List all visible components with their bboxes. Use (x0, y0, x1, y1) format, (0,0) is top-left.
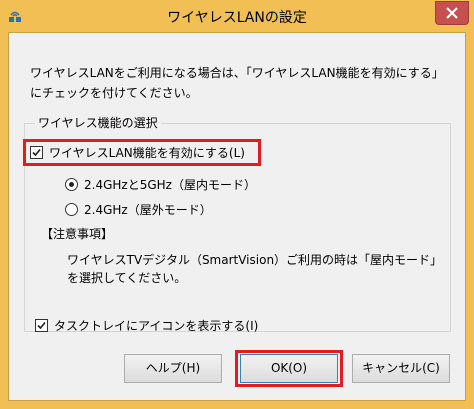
cancel-button[interactable]: キャンセル(C) (352, 354, 450, 383)
close-button[interactable] (435, 1, 469, 25)
window-title: ワイヤレスLANの設定 (167, 10, 307, 26)
enable-wireless-lan-checkbox[interactable]: ワイヤレスLAN機能を有効にする(L) (29, 144, 257, 162)
dialog-window: ワイヤレスLANの設定 ワイヤレスLANをご利用になる場合は、「ワイヤレスLAN… (0, 0, 474, 409)
ok-button[interactable]: OK(O) (240, 354, 338, 383)
wireless-app-icon (7, 8, 23, 24)
radio-outdoor-mode[interactable]: 2.4GHz（屋外モード） (65, 201, 265, 219)
intro-text-line2: にチェックを付けてください。 (30, 86, 198, 100)
wireless-function-group: ワイヤレス機能の選択 ワイヤレスLAN機能を有効にする(L) 2.4GHzと5G… (23, 115, 451, 332)
notes-text-line1: ワイヤレスTVデジタル（SmartVision）ご利用の時は「屋内モード」 (67, 253, 443, 267)
show-tray-icon-label: タスクトレイにアイコンを表示する(I) (54, 319, 259, 333)
intro-text-line1: ワイヤレスLANをご利用になる場合は、「ワイヤレスLAN機能を有効にする」 (30, 66, 444, 80)
close-icon (446, 7, 458, 19)
title-bar[interactable]: ワイヤレスLANの設定 (0, 0, 474, 32)
checkbox-checked-icon[interactable] (30, 146, 43, 159)
show-tray-icon-checkbox[interactable]: タスクトレイにアイコンを表示する(I) (35, 317, 275, 335)
radio-indoor-label: 2.4GHzと5GHz（屋内モード） (84, 178, 256, 192)
radio-selected-icon[interactable] (65, 178, 78, 191)
dialog-body: ワイヤレスLANをご利用になる場合は、「ワイヤレスLAN機能を有効にする」 にチ… (8, 32, 466, 401)
radio-outdoor-label: 2.4GHz（屋外モード） (84, 203, 212, 217)
group-label: ワイヤレス機能の選択 (35, 115, 161, 131)
radio-indoor-mode[interactable]: 2.4GHzと5GHz（屋内モード） (65, 176, 265, 194)
help-button[interactable]: ヘルプ(H) (124, 354, 222, 383)
radio-unselected-icon[interactable] (65, 203, 78, 216)
enable-wireless-lan-label: ワイヤレスLAN機能を有効にする(L) (49, 146, 245, 160)
checkbox-checked-icon[interactable] (35, 319, 48, 332)
notes-text-line2: を選択してください。 (67, 271, 187, 285)
notes-heading: 【注意事項】 (41, 227, 114, 241)
